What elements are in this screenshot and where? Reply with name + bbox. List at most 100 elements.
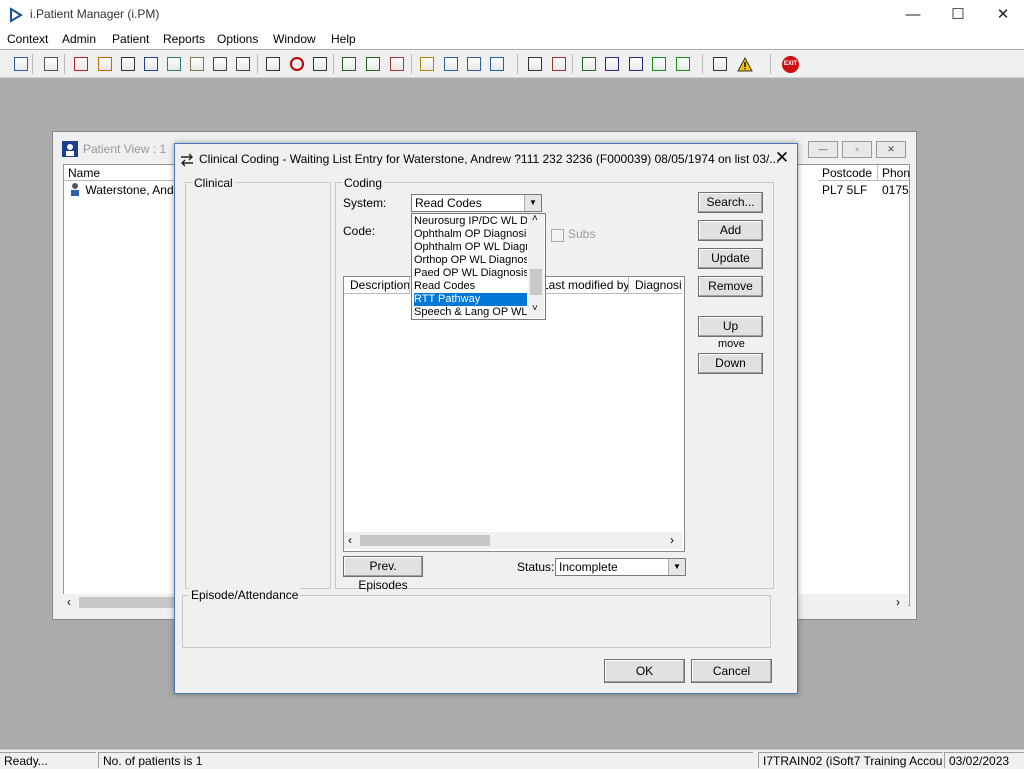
ambulance-tool-button[interactable] (209, 53, 232, 76)
edit-tool-button[interactable] (94, 53, 117, 76)
subs-checkbox[interactable] (551, 229, 564, 242)
patient-icon (62, 141, 78, 157)
close-button[interactable]: ✕ (980, 0, 1024, 30)
form-icon (444, 57, 458, 71)
chevron-up-icon[interactable]: ˄ (532, 213, 538, 224)
person-icon (71, 183, 79, 196)
print-tool-button[interactable] (40, 53, 63, 76)
status-value: Incomplete (559, 560, 618, 574)
dropdown-option[interactable]: Speech & Lang OP WL (414, 306, 527, 319)
globe-tool-button[interactable] (578, 53, 601, 76)
green2-icon (676, 57, 690, 71)
list-horizontal-scrollbar[interactable]: ‹ › (344, 532, 682, 549)
table-row[interactable]: Waterstone, Andrew (64, 182, 184, 199)
form-tool-button[interactable] (440, 53, 463, 76)
m-tool-button[interactable] (140, 53, 163, 76)
code-label: Code: (343, 224, 376, 238)
document-icon (528, 57, 542, 71)
register-tool-button[interactable] (117, 53, 140, 76)
menu-context[interactable]: Context (7, 32, 48, 46)
add-button[interactable]: Add (698, 220, 763, 241)
column-header-last-modified[interactable]: Last modified by (536, 277, 629, 294)
chevron-down-icon[interactable]: ▼ (524, 195, 541, 211)
minimize-button[interactable]: — (890, 0, 936, 30)
bed-tool-button[interactable] (463, 53, 486, 76)
remove-button[interactable]: Remove (698, 276, 763, 297)
menu-admin[interactable]: Admin (62, 32, 96, 46)
warning-icon (737, 56, 753, 72)
scroll-thumb[interactable] (79, 597, 179, 608)
menu-patient[interactable]: Patient (112, 32, 149, 46)
screen-tool-button[interactable] (338, 53, 361, 76)
dialog-title: Clinical Coding - Waiting List Entry for… (199, 152, 780, 166)
chart-tool-button[interactable] (548, 53, 571, 76)
clock-tool-button[interactable] (286, 53, 309, 76)
menu-options[interactable]: Options (217, 32, 258, 46)
dropdown-scrollbar[interactable]: ˄ ˅ (528, 213, 544, 318)
book-tool-button[interactable] (70, 53, 93, 76)
dropdown-option[interactable]: Ophthalm OP WL Diagr (414, 241, 527, 254)
dropdown-option[interactable]: Ophthalm OP Diagnosis (414, 228, 527, 241)
scroll-left-icon[interactable]: ‹ (348, 533, 352, 547)
scroll-thumb[interactable] (530, 269, 542, 295)
column-header-description[interactable]: Description (344, 277, 410, 294)
prev-episodes-button[interactable]: Prev. Episodes (343, 556, 423, 592)
patient-search-tool-button[interactable] (10, 53, 33, 76)
ambulance2-tool-button[interactable] (232, 53, 255, 76)
scroll-right-icon[interactable]: › (670, 533, 674, 547)
bed2-tool-button[interactable] (486, 53, 509, 76)
dropdown-option-selected[interactable]: RTT Pathway (414, 293, 527, 306)
scroll-thumb[interactable] (360, 535, 490, 546)
column-header-postcode[interactable]: Postcode (818, 165, 878, 181)
compass-tool-button[interactable] (386, 53, 409, 76)
system-select[interactable]: Read Codes ▼ (411, 194, 542, 212)
dropdown-option[interactable]: Neurosurg IP/DC WL D (414, 215, 527, 228)
cancel-button[interactable]: Cancel (691, 659, 772, 683)
notepad-tool-button[interactable] (416, 53, 439, 76)
dropdown-option[interactable]: Read Codes (414, 280, 527, 293)
search-button[interactable]: Search... (698, 192, 763, 213)
system-dropdown-list[interactable]: Neurosurg IP/DC WL D Ophthalm OP Diagnos… (411, 213, 546, 320)
update-button[interactable]: Update (698, 248, 763, 269)
pv-restore-button[interactable]: ▫ (842, 141, 872, 158)
monitor-tool-button[interactable] (309, 53, 332, 76)
compass-icon (390, 57, 404, 71)
system-label: System: (343, 196, 387, 210)
menu-help[interactable]: Help (331, 32, 356, 46)
chevron-down-icon[interactable]: ▼ (668, 559, 685, 575)
dialog-close-button[interactable]: ✕ (771, 148, 793, 170)
green-tool-button[interactable] (648, 53, 671, 76)
status-select[interactable]: Incomplete ▼ (555, 558, 686, 576)
pv-close-button[interactable]: ✕ (876, 141, 906, 158)
print-icon (44, 57, 58, 71)
scroll-right-icon[interactable]: › (896, 595, 900, 609)
column-header-name[interactable]: Name (64, 165, 180, 181)
note-tool-button[interactable] (186, 53, 209, 76)
column-header-phone[interactable]: Phon (878, 165, 910, 181)
warning-tool-button[interactable] (733, 53, 756, 76)
move-down-button[interactable]: Down (698, 353, 763, 374)
exit-tool-button[interactable]: EXIT (779, 53, 802, 76)
move-up-button[interactable]: Up (698, 316, 763, 337)
dropdown-option[interactable]: Paed OP WL Diagnosis (414, 267, 527, 280)
menu-reports[interactable]: Reports (163, 32, 205, 46)
check2-tool-button[interactable] (625, 53, 648, 76)
referral-tool-button[interactable] (262, 53, 285, 76)
chevron-down-icon[interactable]: ˅ (532, 303, 538, 314)
maximize-button[interactable]: ☐ (935, 0, 981, 30)
ok-button[interactable]: OK (604, 659, 685, 683)
green2-tool-button[interactable] (672, 53, 695, 76)
person-tool-button[interactable] (163, 53, 186, 76)
document-tool-button[interactable] (524, 53, 547, 76)
toolbar-separator (411, 54, 412, 74)
toolbar: EXIT (0, 50, 1024, 78)
scroll-left-icon[interactable]: ‹ (67, 595, 71, 609)
pv-minimize-button[interactable]: — (808, 141, 838, 158)
column-header-diagnosis[interactable]: Diagnosis (629, 277, 682, 294)
screen2-tool-button[interactable] (362, 53, 385, 76)
transfer-tool-button[interactable] (709, 53, 732, 76)
dropdown-option[interactable]: Orthop OP WL Diagnos (414, 254, 527, 267)
menu-window[interactable]: Window (273, 32, 316, 46)
check-tool-button[interactable] (601, 53, 624, 76)
status-patient-count: No. of patients is 1 (98, 752, 753, 768)
